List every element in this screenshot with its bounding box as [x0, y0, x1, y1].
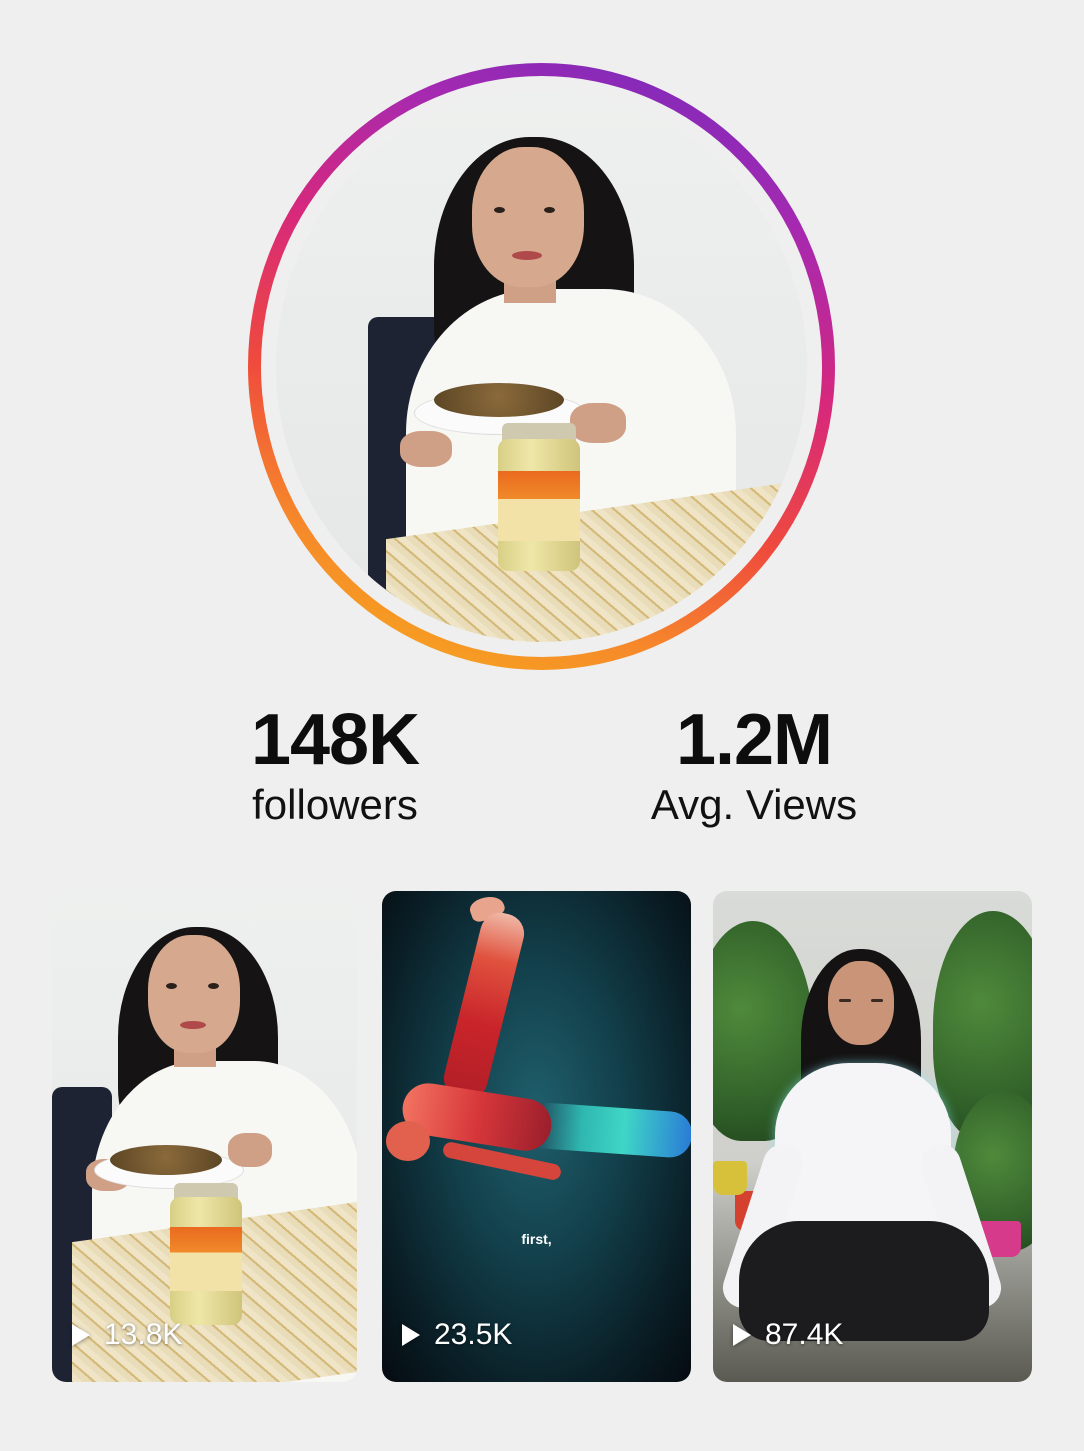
video-tile[interactable]: 87.4K [713, 891, 1032, 1382]
video-caption: first, [521, 1231, 552, 1247]
view-count-text: 13.8K [104, 1318, 183, 1351]
video-thumbnail [382, 891, 691, 1382]
followers-stat[interactable]: 148K followers [175, 700, 495, 830]
video-thumbnail [713, 891, 1032, 1382]
followers-label: followers [252, 781, 418, 828]
view-count-text: 87.4K [765, 1318, 844, 1351]
video-tile[interactable]: 13.8K [52, 891, 357, 1382]
video-view-count: 87.4K [733, 1318, 843, 1352]
video-view-count: 13.8K [72, 1318, 182, 1352]
profile-avatar-ring[interactable] [248, 63, 835, 670]
followers-count: 148K [250, 700, 420, 780]
avg-views-label: Avg. Views [650, 781, 858, 828]
video-view-count: 23.5K [402, 1318, 512, 1352]
video-tile[interactable]: first, 23.5K [382, 891, 691, 1382]
video-thumbnail [52, 891, 357, 1382]
view-count-text: 23.5K [434, 1318, 513, 1351]
play-icon [72, 1324, 90, 1346]
avg-views-count: 1.2M [675, 700, 833, 780]
avg-views-stat: 1.2M Avg. Views [594, 700, 914, 830]
play-icon [733, 1324, 751, 1346]
avatar-photo-scene [276, 91, 807, 642]
profile-avatar [276, 91, 807, 642]
play-icon [402, 1324, 420, 1346]
